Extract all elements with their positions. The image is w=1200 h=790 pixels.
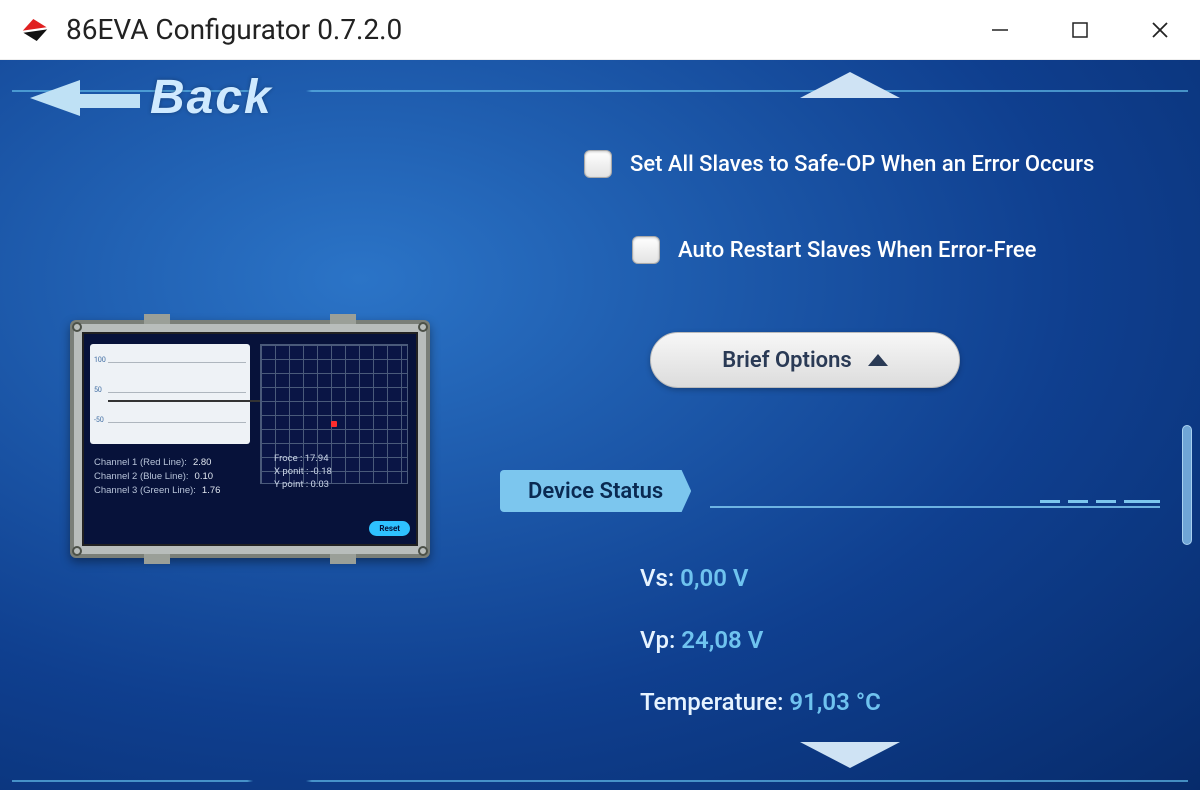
back-label: Back xyxy=(150,70,273,125)
device-status-header: Device Status xyxy=(490,470,1160,518)
vs-value: 0,00 V xyxy=(680,564,748,592)
app-icon xyxy=(20,14,52,46)
titlebar: 86EVA Configurator 0.7.2.0 xyxy=(0,0,1200,60)
chart-tick: 100 xyxy=(94,356,106,364)
chevron-up-icon xyxy=(868,354,888,366)
option-auto-restart: Auto Restart Slaves When Error-Free xyxy=(632,236,1036,264)
window-title: 86EVA Configurator 0.7.2.0 xyxy=(66,13,960,46)
divider-dashes xyxy=(1040,500,1160,503)
mini-line-chart: 100 50 -50 xyxy=(90,344,250,444)
maximize-icon xyxy=(1070,20,1090,40)
xy-readouts: Froce : 17.94 X ponit : -0.18 Y point : … xyxy=(274,452,332,491)
option-safe-op: Set All Slaves to Safe-OP When an Error … xyxy=(584,150,1094,178)
status-row-vp: Vp: 24,08 V xyxy=(640,612,881,668)
device-preview: 100 50 -50 Channel 1 (Red Line): 2.80 Cha… xyxy=(70,320,430,558)
channel-readouts: Channel 1 (Red Line): 2.80 Channel 2 (Blu… xyxy=(94,456,220,498)
brief-options-label: Brief Options xyxy=(722,348,851,373)
scroll-up-button[interactable] xyxy=(800,72,900,102)
device-status-title: Device Status xyxy=(500,470,691,512)
ch2-label: Channel 2 (Blue Line): xyxy=(94,471,189,482)
ypoint-label: Y point : xyxy=(274,479,308,490)
ch1-value: 2.80 xyxy=(193,457,212,468)
scrollbar-thumb[interactable] xyxy=(1182,425,1192,545)
chart-tick: 50 xyxy=(94,386,102,394)
scroll-down-button[interactable] xyxy=(800,742,900,772)
minimize-button[interactable] xyxy=(960,0,1040,60)
force-label: Froce : xyxy=(274,453,302,464)
temperature-label: Temperature: xyxy=(640,688,783,716)
minimize-icon xyxy=(990,20,1010,40)
maximize-button[interactable] xyxy=(1040,0,1120,60)
device-screen: 100 50 -50 Channel 1 (Red Line): 2.80 Cha… xyxy=(82,332,418,546)
ypoint-value: 0.03 xyxy=(311,479,330,490)
label-auto-restart: Auto Restart Slaves When Error-Free xyxy=(678,238,1036,263)
ch3-value: 1.76 xyxy=(202,485,221,496)
back-arrow-icon xyxy=(30,80,140,116)
device-status-values: Vs: 0,00 V Vp: 24,08 V Temperature: 91,0… xyxy=(640,550,881,736)
back-button[interactable]: Back xyxy=(30,70,273,125)
ch2-value: 0.10 xyxy=(195,471,214,482)
checkbox-safe-op[interactable] xyxy=(584,150,612,178)
reset-button: Reset xyxy=(369,521,410,536)
main-panel: Back Set All Slaves to Safe-OP When an E… xyxy=(0,60,1200,790)
vp-value: 24,08 V xyxy=(681,626,763,654)
status-row-vs: Vs: 0,00 V xyxy=(640,550,881,606)
force-value: 17.94 xyxy=(305,453,329,464)
chevron-up-icon xyxy=(800,72,900,98)
status-row-temperature: Temperature: 91,03 °C xyxy=(640,674,881,730)
chevron-down-icon xyxy=(800,742,900,768)
temperature-value: 91,03 °C xyxy=(789,688,880,716)
label-safe-op: Set All Slaves to Safe-OP When an Error … xyxy=(630,152,1094,177)
xpoint-label: X ponit : xyxy=(274,466,308,477)
close-icon xyxy=(1150,20,1170,40)
brief-options-button[interactable]: Brief Options xyxy=(650,332,960,388)
chart-tick: -50 xyxy=(94,416,104,424)
vs-label: Vs: xyxy=(640,564,674,592)
ch3-label: Channel 3 (Green Line): xyxy=(94,485,196,496)
close-button[interactable] xyxy=(1120,0,1200,60)
xy-point-icon xyxy=(331,421,337,427)
checkbox-auto-restart[interactable] xyxy=(632,236,660,264)
ch1-label: Channel 1 (Red Line): xyxy=(94,457,187,468)
xpoint-value: -0.18 xyxy=(311,466,332,477)
divider xyxy=(710,506,1160,508)
vp-label: Vp: xyxy=(640,626,675,654)
